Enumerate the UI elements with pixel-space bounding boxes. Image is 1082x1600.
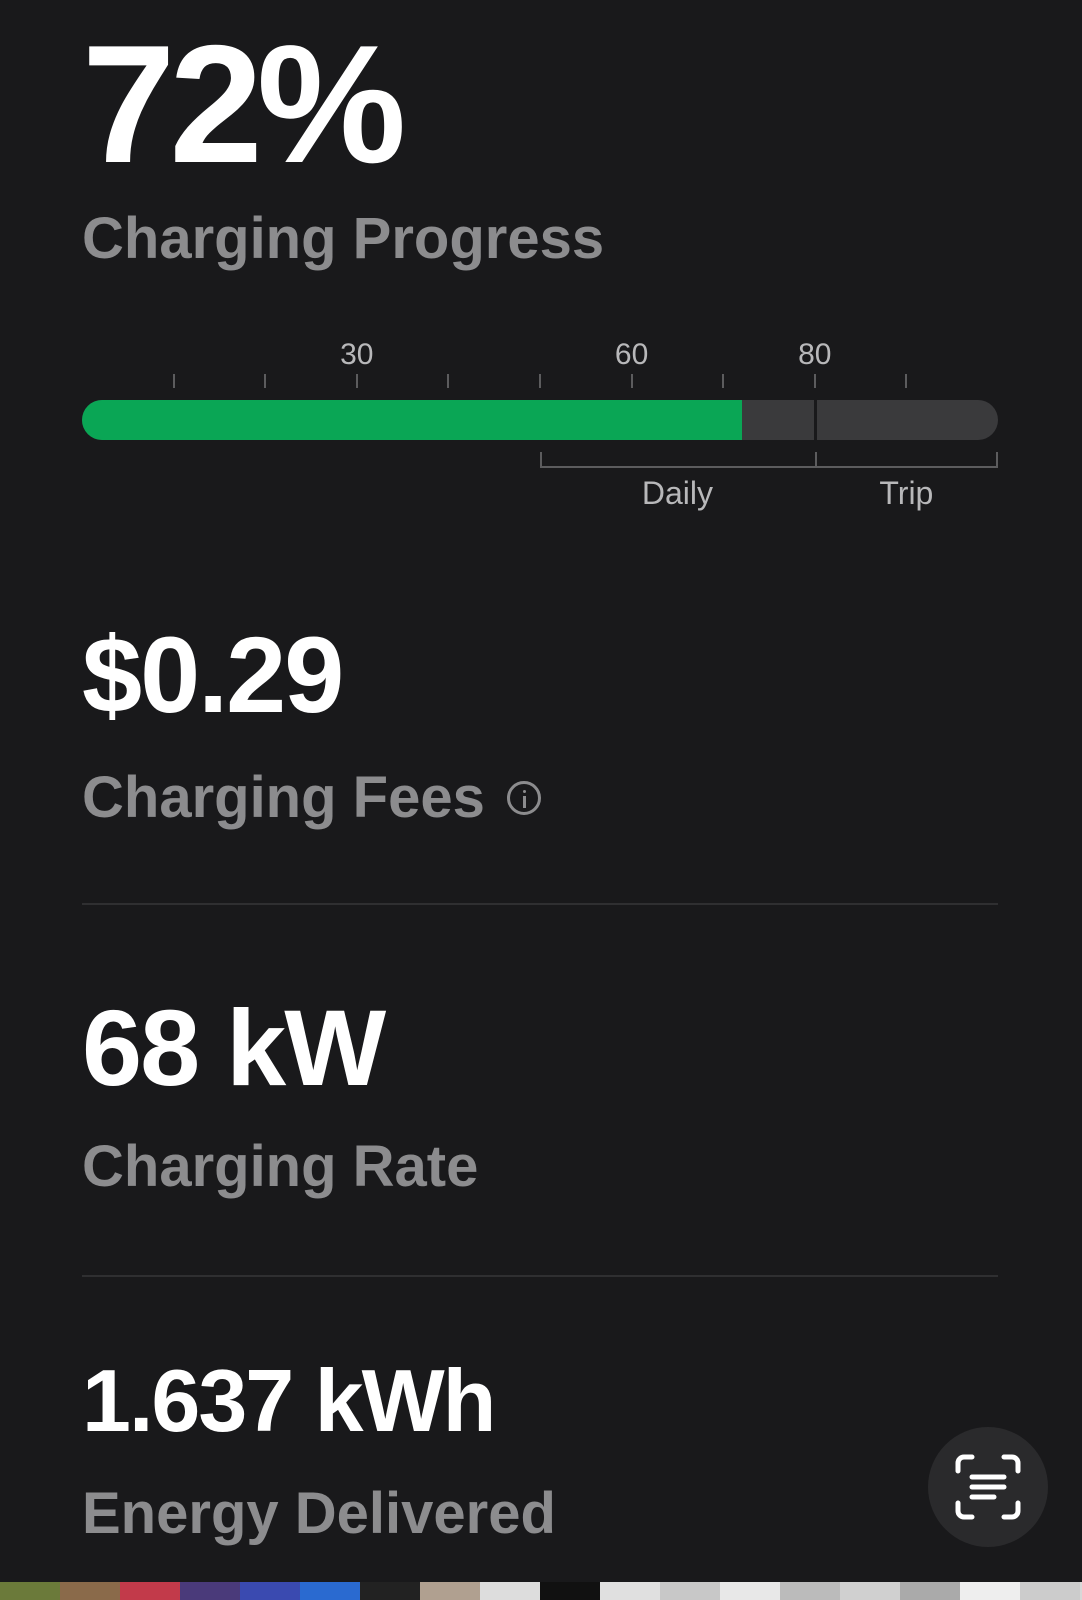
thumbnail-strip: [0, 1582, 1082, 1600]
charging-progress-scale: 30 60 80 Daily Trip: [82, 330, 998, 530]
thumbnail[interactable]: [420, 1582, 480, 1600]
charging-fees-label: Charging Fees: [82, 765, 485, 830]
progress-track: [82, 400, 998, 440]
thumbnail[interactable]: [780, 1582, 840, 1600]
thumbnail[interactable]: [120, 1582, 180, 1600]
charging-rate-label: Charging Rate: [82, 1134, 479, 1199]
charging-progress-label: Charging Progress: [82, 206, 605, 271]
scale-tick: [447, 374, 450, 388]
thumbnail[interactable]: [900, 1582, 960, 1600]
divider: [82, 903, 998, 905]
thumbnail[interactable]: [0, 1582, 60, 1600]
scale-tick: [813, 374, 816, 388]
scan-text-icon: [955, 1454, 1021, 1520]
thumbnail[interactable]: [540, 1582, 600, 1600]
range-label-daily[interactable]: Daily: [642, 475, 713, 512]
scale-tick: [264, 374, 267, 388]
scale-tick: [905, 374, 908, 388]
range-bracket-daily: [540, 452, 815, 468]
energy-delivered-label: Energy Delivered: [82, 1481, 556, 1546]
energy-delivered-value: 1.637 kWh: [82, 1351, 496, 1450]
thumbnail[interactable]: [60, 1582, 120, 1600]
thumbnail[interactable]: [960, 1582, 1020, 1600]
thumbnail[interactable]: [660, 1582, 720, 1600]
charge-limit-marker[interactable]: [813, 400, 817, 440]
thumbnail[interactable]: [480, 1582, 540, 1600]
range-label-trip[interactable]: Trip: [879, 475, 933, 512]
scale-label: 60: [614, 338, 649, 371]
range-bracket-trip: [814, 452, 998, 468]
thumbnail[interactable]: [600, 1582, 660, 1600]
thumbnail[interactable]: [1020, 1582, 1080, 1600]
thumbnail[interactable]: [720, 1582, 780, 1600]
charging-progress-value: 72%: [82, 10, 406, 198]
progress-fill: [82, 400, 742, 440]
charging-fees-value: $0.29: [82, 614, 344, 735]
thumbnail[interactable]: [840, 1582, 900, 1600]
scan-button[interactable]: [928, 1427, 1048, 1547]
scale-tick: [172, 374, 175, 388]
scale-tick: [630, 374, 633, 388]
scale-label: 30: [340, 338, 374, 371]
thumbnail[interactable]: [240, 1582, 300, 1600]
thumbnail[interactable]: [180, 1582, 240, 1600]
info-icon[interactable]: [506, 780, 541, 815]
scale-label: 80: [798, 338, 832, 371]
charging-rate-value: 68 kW: [82, 987, 386, 1108]
scale-tick: [355, 374, 358, 388]
charging-fees-row: Charging Fees: [82, 764, 541, 831]
thumbnail[interactable]: [360, 1582, 420, 1600]
scale-tick: [722, 374, 725, 388]
thumbnail[interactable]: [300, 1582, 360, 1600]
scale-tick: [539, 374, 541, 388]
divider: [82, 1275, 998, 1277]
